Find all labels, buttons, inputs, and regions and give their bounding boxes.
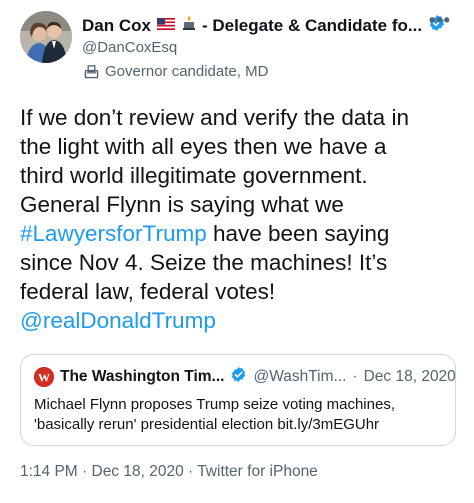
mention-link[interactable]: @realDonaldTrump (20, 306, 460, 335)
more-icon[interactable]: ••• (429, 10, 451, 31)
author-handle[interactable]: @DanCoxEsq (82, 39, 177, 56)
tweet-line: since Nov 4. Seize the machines! It’s (20, 250, 388, 275)
tweet-text: If we don’t review and verify the data i… (20, 103, 460, 335)
quote-header: W The Washington Tim... @WashTim... · De… (34, 366, 456, 388)
tweet-line: General Flynn is saying what we (20, 192, 344, 217)
quote-date: Dec 18, 2020 (363, 368, 456, 385)
tweet-line: third world illegitimate government. (20, 163, 368, 188)
tweet-line: If we don’t review and verify the data i… (20, 105, 409, 130)
tweet-line: the light with all eyes then we have a (20, 134, 387, 159)
author-name[interactable]: Dan Cox (82, 16, 151, 36)
quote-tweet[interactable]: W The Washington Tim... @WashTim... · De… (20, 354, 456, 446)
author-label: Governor candidate, MD (84, 63, 268, 80)
tweet-timestamp[interactable]: 1:14 PM · Dec 18, 2020 · Twitter for iPh… (20, 463, 318, 481)
ballot-box-icon (84, 65, 99, 79)
tweet-line: federal law, federal votes! (20, 279, 276, 304)
candle-icon (181, 15, 197, 36)
quote-line-text: 'basically rerun' presidential election (34, 416, 274, 433)
quote-author-name: The Washington Tim... (60, 368, 225, 385)
quote-text: Michael Flynn proposes Trump seize votin… (34, 395, 444, 435)
author-avatar[interactable] (20, 11, 72, 63)
tweet-line: #LawyersforTrump have been saying (20, 219, 460, 248)
verified-badge-icon (230, 366, 247, 388)
us-flag-icon (156, 17, 175, 35)
washington-times-logo-icon: W (34, 367, 54, 387)
svg-text:W: W (38, 371, 50, 385)
quote-link[interactable]: bit.ly/3mEGUhr (277, 416, 379, 433)
quote-line: 'basically rerun' presidential election … (34, 415, 444, 435)
author-title-suffix[interactable]: - Delegate & Candidate fo... (202, 16, 422, 36)
quote-separator: · (352, 368, 358, 385)
quote-author-handle: @WashTim... (253, 368, 347, 385)
tweet-line-rest: have been saying (206, 221, 390, 246)
author-name-row[interactable]: Dan Cox - Delegate & Candidate fo... (82, 14, 446, 37)
hashtag-link[interactable]: #LawyersforTrump (20, 221, 207, 246)
author-label-text: Governor candidate, MD (105, 63, 269, 80)
quote-line: Michael Flynn proposes Trump seize votin… (34, 396, 395, 413)
